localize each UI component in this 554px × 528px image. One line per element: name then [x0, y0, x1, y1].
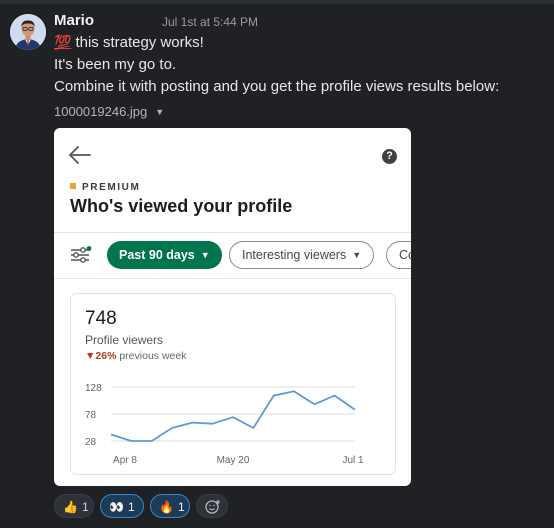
filter-interesting-viewers: Interesting viewers ▼ — [229, 241, 375, 269]
reaction-emoji-icon: 🔥 — [159, 500, 174, 514]
data-point — [171, 427, 173, 429]
data-point — [272, 394, 274, 396]
data-point — [150, 440, 152, 442]
reaction-pill[interactable]: 👍 1 — [54, 494, 94, 518]
profile-views-chart: 128 78 28 Apr 8 May 20 Jul 1 — [85, 383, 364, 466]
y-tick-label: 78 — [85, 410, 97, 421]
viewer-count: 748 — [85, 308, 117, 329]
divider — [54, 278, 411, 279]
weekly-change-value: 26% — [95, 350, 117, 362]
chevron-down-icon[interactable]: ▼ — [155, 107, 164, 117]
profile-viewers-card: 748 Profile viewers ▼26% previous week 1… — [70, 293, 396, 475]
message-line-3: Combine it with posting and you get the … — [54, 78, 500, 95]
filter-interesting-viewers-label: Interesting viewers — [242, 248, 347, 262]
reaction-emoji-icon: 👍 — [63, 500, 78, 514]
data-point — [313, 403, 315, 405]
filter-truncated: Co — [386, 241, 411, 269]
add-reaction-button[interactable] — [196, 494, 228, 518]
x-tick-label: Jul 1 — [342, 455, 364, 466]
viewer-count-label: Profile viewers — [85, 333, 164, 347]
weekly-change-text: previous week — [119, 350, 187, 362]
filter-sliders-icon — [71, 246, 92, 263]
message-timestamp[interactable]: Jul 1st at 5:44 PM — [162, 15, 258, 29]
filter-past-90-days: Past 90 days ▼ — [107, 241, 222, 269]
data-point — [232, 416, 234, 418]
weekly-change: ▼26% previous week — [85, 350, 186, 362]
divider — [54, 232, 411, 233]
filter-truncated-label: Co — [399, 248, 411, 262]
caret-down-icon: ▼ — [352, 250, 362, 260]
data-point — [333, 394, 335, 396]
x-tick-label: May 20 — [217, 455, 250, 466]
x-tick-label: Apr 8 — [113, 455, 137, 466]
attachment-filename[interactable]: 1000019246.jpg — [54, 104, 147, 119]
author-name[interactable]: Mario — [54, 12, 94, 29]
caret-down-icon: ▼ — [200, 250, 210, 260]
reaction-pill[interactable]: 👀 1 — [100, 494, 144, 518]
back-arrow-icon — [69, 146, 91, 164]
attachment-header[interactable]: 1000019246.jpg ▼ — [54, 104, 164, 119]
message-line-1: 💯 this strategy works! — [54, 34, 204, 51]
profile-views-title: Who's viewed your profile — [70, 196, 293, 216]
data-point — [354, 408, 356, 410]
data-point — [130, 440, 132, 442]
reaction-count: 1 — [81, 500, 89, 514]
data-point — [293, 390, 295, 392]
message-line-2: It's been my go to. — [54, 56, 177, 73]
avatar-image — [10, 14, 46, 50]
data-point — [211, 423, 213, 425]
data-point — [110, 433, 112, 435]
add-emoji-icon — [205, 500, 220, 514]
premium-text: PREMIUM — [82, 182, 141, 193]
help-icon: ? — [382, 149, 397, 164]
top-divider — [0, 0, 554, 4]
filter-past-90-days-label: Past 90 days — [119, 248, 195, 262]
data-point — [252, 427, 254, 429]
y-tick-label: 128 — [85, 383, 102, 394]
attachment-image[interactable]: ? PREMIUM Who's viewed your profile Past… — [54, 128, 411, 486]
avatar[interactable] — [10, 14, 46, 50]
y-tick-label: 28 — [85, 437, 97, 448]
reaction-pill[interactable]: 🔥 1 — [150, 494, 190, 518]
hundred-points-icon: 💯 — [54, 34, 72, 50]
reaction-count: 1 — [127, 500, 135, 514]
message-line-1-text: this strategy works! — [75, 34, 204, 51]
down-triangle-icon: ▼ — [85, 350, 96, 362]
premium-badge-icon — [70, 183, 76, 189]
premium-label: PREMIUM — [70, 182, 140, 193]
data-point — [191, 421, 193, 423]
reaction-count: 1 — [177, 500, 185, 514]
reaction-emoji-icon: 👀 — [109, 500, 124, 514]
